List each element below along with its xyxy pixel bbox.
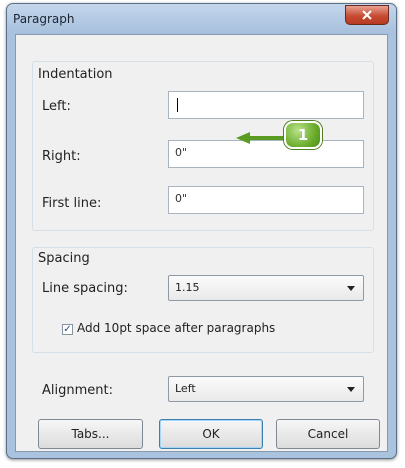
window-title: Paragraph <box>13 12 75 26</box>
line-spacing-label: Line spacing: <box>42 281 128 296</box>
alignment-dropdown[interactable]: Left <box>168 376 364 402</box>
first-line-indent-input[interactable]: 0" <box>168 186 364 214</box>
add-space-label: Add 10pt space after paragraphs <box>77 321 276 335</box>
left-indent-input[interactable] <box>168 91 364 119</box>
tabs-button-label: Tabs... <box>71 427 110 441</box>
dialog-body: Indentation Left: Right: 0" First line: … <box>15 34 388 452</box>
right-indent-value: 0" <box>175 146 188 159</box>
alignment-label: Alignment: <box>42 383 113 398</box>
ok-button[interactable]: OK <box>159 419 263 449</box>
spacing-group-label: Spacing <box>38 251 90 266</box>
line-spacing-value: 1.15 <box>175 281 200 294</box>
tabs-button[interactable]: Tabs... <box>38 419 143 449</box>
cancel-button[interactable]: Cancel <box>276 419 380 449</box>
text-caret <box>177 98 178 112</box>
callout-number: 1 <box>297 126 309 144</box>
chevron-down-icon <box>347 286 355 291</box>
first-line-indent-value: 0" <box>175 192 188 205</box>
line-spacing-dropdown[interactable]: 1.15 <box>168 275 364 301</box>
callout-badge: 1 <box>284 121 322 149</box>
checkmark-icon: ✓ <box>63 324 72 335</box>
left-label: Left: <box>42 99 71 114</box>
close-icon <box>362 10 372 20</box>
cancel-button-label: Cancel <box>307 427 349 441</box>
chevron-down-icon <box>347 387 355 392</box>
alignment-value: Left <box>175 382 196 395</box>
title-bar[interactable]: Paragraph <box>7 4 396 34</box>
paragraph-dialog: Paragraph Indentation Left: Right: 0" Fi… <box>6 3 397 459</box>
indentation-group-label: Indentation <box>38 67 113 82</box>
right-label: Right: <box>42 149 81 164</box>
ok-button-label: OK <box>202 427 220 441</box>
callout-arrow-icon <box>236 132 288 144</box>
close-button[interactable] <box>345 5 389 25</box>
first-line-label: First line: <box>42 196 102 211</box>
add-space-checkbox[interactable]: ✓ <box>62 324 73 335</box>
